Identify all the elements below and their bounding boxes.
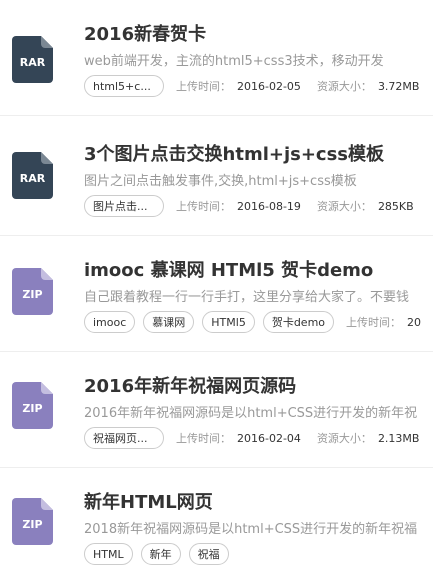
tag[interactable]: 祝福 [188,543,229,565]
zip-file-icon: ZIP [12,382,53,429]
resource-description: 自己跟着教程一行一行手打，这里分享给大家了。不要钱 [84,290,410,305]
resource-description: 2016年新年祝福网源码是以html+CSS进行开发的新年祝 [84,406,418,421]
list-item[interactable]: RAR 2016新春贺卡 web前端开发，主流的html5+css3技术，移动开… [0,0,433,116]
tag[interactable]: 贺卡demo [262,311,335,333]
resource-description: web前端开发，主流的html5+css3技术，移动开发 [84,54,384,69]
meta-row: 祝福网页... 上传时间： 2016-02-04 资源大小： 2.13MB [84,426,431,450]
upload-date: 2016-02-04 [237,431,301,445]
upload-time-label: 上传时间： [176,200,231,213]
meta-row: imooc 慕课网 HTMl5 贺卡demo 上传时间： 20 [84,310,433,334]
zip-file-icon: ZIP [12,498,53,545]
upload-date: 2016-08-19 [237,199,301,213]
tag[interactable]: html5+c... [84,75,164,97]
rar-file-icon: RAR [12,36,53,83]
resource-title[interactable]: imooc 慕课网 HTMl5 贺卡demo [84,256,373,282]
upload-time-label: 上传时间： [346,316,402,329]
size-label: 资源大小： [316,200,372,213]
tag[interactable]: imooc [84,311,136,333]
file-size: 3.72MB [377,79,420,93]
size-label: 资源大小： [316,432,372,445]
tag[interactable]: HTMl5 [202,311,255,333]
tag[interactable]: 图片点击... [84,195,164,217]
file-type-label: RAR [19,56,46,69]
file-size: 285KB [377,199,414,213]
tag[interactable]: 新年 [140,543,181,565]
tag[interactable]: HTML [84,543,133,565]
list-item[interactable]: ZIP 2016年新年祝福网页源码 2016年新年祝福网源码是以html+CSS… [0,352,433,468]
meta-row: 图片点击... 上传时间： 2016-08-19 资源大小： 285KB [84,194,426,218]
file-type-label: ZIP [22,288,43,301]
resource-title[interactable]: 新年HTML网页 [84,488,213,514]
rar-file-icon: RAR [12,152,53,199]
resource-title[interactable]: 3个图片点击交换html+js+css模板 [84,140,384,166]
tag[interactable]: 慕课网 [143,311,195,333]
upload-date: 2016-02-05 [237,79,301,93]
meta-row: HTML 新年 祝福 [84,542,237,566]
upload-time-label: 上传时间： [176,80,231,93]
file-size: 2.13MB [377,431,420,445]
file-type-label: RAR [19,172,46,185]
zip-file-icon: ZIP [12,268,53,315]
file-type-label: ZIP [22,518,43,531]
list-item[interactable]: ZIP imooc 慕课网 HTMl5 贺卡demo 自己跟着教程一行一行手打，… [0,236,433,352]
meta-row: html5+c... 上传时间： 2016-02-05 资源大小： 3.72MB [84,74,431,98]
resource-description: 2018新年祝福网源码是以html+CSS进行开发的新年祝福 [84,522,418,537]
list-item[interactable]: RAR 3个图片点击交换html+js+css模板 图片之间点击触发事件,交换,… [0,120,433,236]
file-type-label: ZIP [22,402,43,415]
upload-time-label: 上传时间： [176,432,231,445]
upload-date: 20 [407,315,422,329]
tag[interactable]: 祝福网页... [84,427,164,449]
size-label: 资源大小： [316,80,372,93]
resource-title[interactable]: 2016年新年祝福网页源码 [84,372,296,398]
resource-description: 图片之间点击触发事件,交换,html+js+css模板 [84,174,357,189]
resource-title[interactable]: 2016新春贺卡 [84,20,206,46]
list-item[interactable]: ZIP 新年HTML网页 2018新年祝福网源码是以html+CSS进行开发的新… [0,468,433,584]
